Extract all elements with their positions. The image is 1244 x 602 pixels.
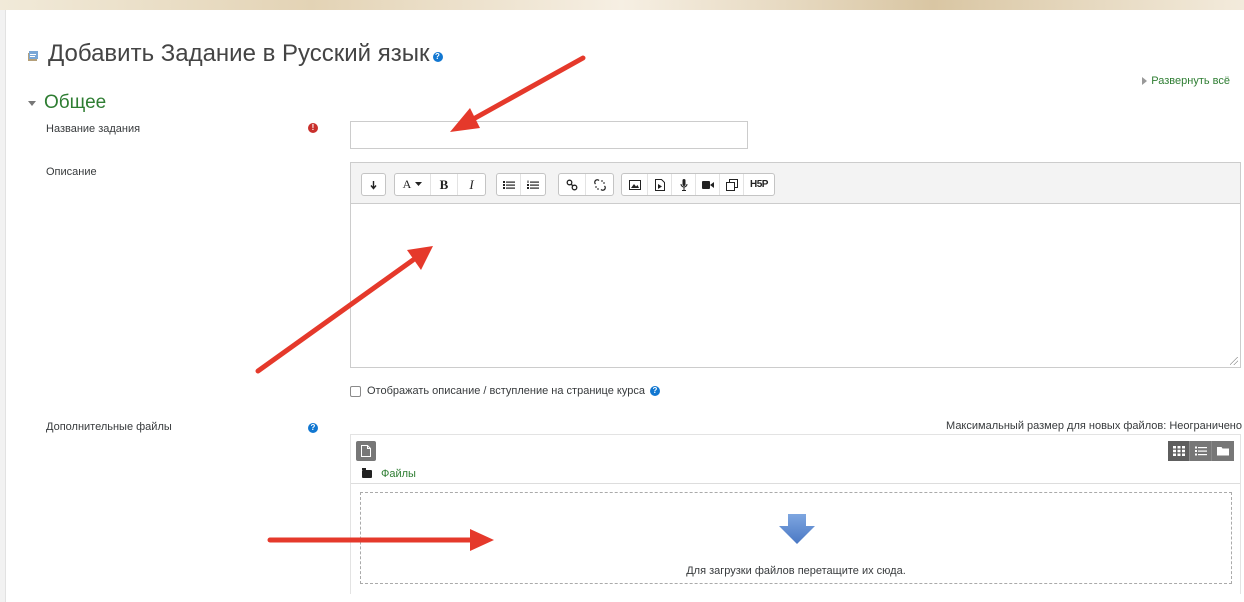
divider	[351, 483, 1240, 484]
max-file-size-text: Максимальный размер для новых файлов: Не…	[946, 420, 1242, 432]
add-file-button[interactable]	[356, 441, 376, 461]
expand-all-label: Развернуть всё	[1151, 75, 1230, 87]
list-icon	[1194, 446, 1207, 456]
help-icon[interactable]: ?	[308, 423, 318, 433]
show-description-checkbox-row[interactable]: Отображать описание / вступление на стра…	[350, 385, 660, 397]
required-icon: !	[308, 123, 318, 133]
manage-files-icon[interactable]	[720, 174, 744, 195]
assignment-icon	[28, 50, 38, 61]
left-edge	[0, 10, 6, 602]
additional-files-label: Дополнительные файлы	[46, 421, 172, 433]
grid-icon	[1172, 446, 1185, 456]
microphone-icon[interactable]	[672, 174, 696, 195]
dropzone-text: Для загрузки файлов перетащите их сюда.	[686, 565, 906, 577]
name-label: Название задания	[46, 123, 141, 135]
description-label: Описание	[46, 166, 97, 178]
bold-icon[interactable]: B	[431, 174, 458, 195]
expand-all-link[interactable]: Развернуть всё	[1142, 75, 1230, 87]
expand-triangle-icon	[1142, 77, 1148, 85]
media-icon[interactable]	[648, 174, 672, 195]
header-band	[0, 0, 1244, 10]
file-manager: Файлы Для загрузки файлов перетащите их …	[350, 434, 1241, 594]
folder-icon	[1217, 447, 1229, 456]
tree-view-button[interactable]	[1212, 441, 1234, 461]
help-icon[interactable]: ?	[649, 386, 660, 396]
show-description-checkbox[interactable]	[350, 385, 361, 397]
video-icon[interactable]	[696, 174, 720, 195]
resize-handle-icon[interactable]	[1230, 357, 1238, 365]
italic-icon[interactable]: I	[458, 174, 485, 195]
help-icon[interactable]: ?	[432, 52, 443, 62]
font-style-icon[interactable]: A	[395, 174, 431, 195]
caret-down-icon	[28, 100, 36, 106]
file-dropzone[interactable]: Для загрузки файлов перетащите их сюда.	[360, 492, 1232, 584]
download-arrow-icon	[779, 514, 815, 544]
folder-icon	[362, 468, 372, 478]
icon-view-button[interactable]	[1168, 441, 1190, 461]
assignment-name-input[interactable]	[350, 121, 748, 149]
font-style-label: A	[402, 177, 412, 191]
description-textarea[interactable]	[351, 204, 1240, 367]
unlink-icon[interactable]	[586, 174, 613, 195]
file-icon	[361, 445, 371, 457]
toolbar-group-media: H5P	[621, 173, 775, 196]
section-general-toggle[interactable]: Общее	[28, 92, 106, 114]
description-editor: A B I H5P	[350, 162, 1241, 368]
toolbar-group-lists	[496, 173, 546, 196]
file-path-breadcrumb[interactable]: Файлы	[362, 468, 416, 480]
section-title: Общее	[44, 92, 107, 113]
image-icon[interactable]	[622, 174, 648, 195]
numbered-list-icon[interactable]	[521, 174, 545, 195]
link-icon[interactable]	[559, 174, 586, 195]
view-switcher	[1168, 441, 1234, 461]
toolbar-group-links	[558, 173, 614, 196]
show-description-label: Отображать описание / вступление на стра…	[367, 385, 645, 397]
bullet-list-icon[interactable]	[497, 174, 521, 195]
list-view-button[interactable]	[1190, 441, 1212, 461]
toolbar-group-collapse	[361, 173, 386, 196]
editor-toolbar: A B I H5P	[351, 163, 1240, 204]
toolbar-group-format: A B I	[394, 173, 486, 196]
folder-name: Файлы	[381, 468, 416, 480]
collapse-icon[interactable]	[362, 174, 385, 195]
h5p-icon[interactable]: H5P	[744, 174, 774, 195]
page-title: Добавить Задание в Русский язык ?	[26, 40, 443, 68]
page-title-text: Добавить Задание в Русский язык	[48, 40, 430, 67]
